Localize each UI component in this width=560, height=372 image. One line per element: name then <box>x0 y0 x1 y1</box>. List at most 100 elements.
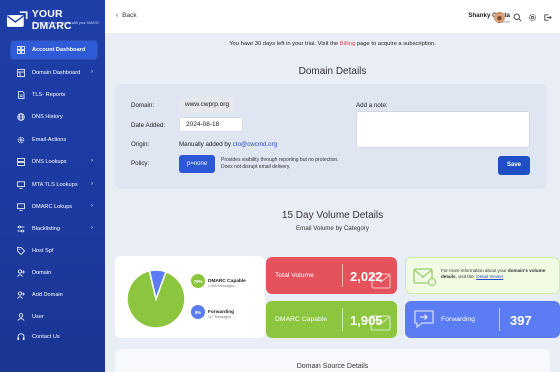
sidebar: YOUR DMARC Boost Your Email Health with … <box>0 0 105 372</box>
legend-dmarc-capable: 79% DMARC Capable 1,905 Messages <box>191 274 246 288</box>
detail-viewer-link[interactable]: Detail Viewer <box>476 274 503 279</box>
legend-forwarding: 8% Forwarding 117 Messages <box>191 305 234 319</box>
volume-info-card: For more information about your domain's… <box>405 257 560 294</box>
volume-info-text: For more information about your domain's… <box>441 268 557 280</box>
chevron-right-icon: › <box>91 225 93 231</box>
sidebar-item-mta-tls-lookups[interactable]: MTA TLS Lookups › <box>11 176 97 194</box>
sidebar-item-dmarc-lokups[interactable]: DMARC Lokups › <box>11 198 97 216</box>
tag-icon <box>17 247 25 255</box>
info-prefix: For more information about your <box>441 268 508 273</box>
sidebar-item-user[interactable]: User <box>11 308 97 326</box>
chevron-right-icon: › <box>91 69 93 75</box>
sidebar-item-label: DNS Lookups <box>32 159 67 165</box>
forwarding-legend-label: Forwarding <box>208 309 235 315</box>
top-header: ‹ Back Shanky Gupta Admin <box>105 0 560 33</box>
domain-details-title: Domain Details <box>298 66 367 77</box>
sidebar-item-domain[interactable]: Domain <box>11 264 97 282</box>
note-textarea[interactable] <box>356 111 530 148</box>
back-label: Back <box>122 12 137 19</box>
volume-pie-card: 79% DMARC Capable 1,905 Messages 8% Forw… <box>115 256 265 338</box>
card-divider <box>342 264 343 287</box>
user-add-icon <box>17 291 25 299</box>
dmarc-capable-legend-sub: 1,905 Messages <box>208 284 235 288</box>
chevron-right-icon: › <box>91 158 93 164</box>
card-divider <box>499 308 500 331</box>
forwarding-value: 397 <box>510 313 532 328</box>
forward-decor-icon <box>414 310 434 329</box>
dmarc-capable-pct-badge: 79% <box>191 274 205 288</box>
grid-icon <box>17 46 25 54</box>
billing-link[interactable]: Billing <box>340 41 355 47</box>
brand-name: YOUR DMARC <box>31 8 72 32</box>
dmarc-capable-legend-label: DMARC Capable <box>208 278 246 284</box>
sidebar-item-contact-us[interactable]: Contact Us <box>11 328 97 346</box>
origin-prefix: Manually added by <box>179 141 233 148</box>
sidebar-item-label: Contact Us <box>32 334 60 340</box>
brand-logo[interactable]: YOUR DMARC <box>6 8 105 32</box>
card-divider <box>342 308 343 331</box>
total-volume-card[interactable]: Total Volume 2,022 <box>266 257 397 294</box>
sidebar-item-label: MTA TLS Lookups <box>32 182 78 188</box>
monitor-icon <box>17 203 25 211</box>
policy-button[interactable]: p=none <box>179 155 216 173</box>
sidebar-item-label: DMARC Lokups <box>32 204 73 210</box>
sidebar-item-label: Domain <box>32 270 52 276</box>
headset-icon <box>17 333 25 341</box>
origin-label: Origin: <box>131 141 150 148</box>
total-volume-label: Total Volume <box>275 272 314 279</box>
sidebar-item-domain-dashboard[interactable]: Domain Dashboard › <box>11 64 97 82</box>
sidebar-item-dns-lookups[interactable]: DNS Lookups › <box>11 153 97 171</box>
sidebar-item-label: Host Spf <box>32 248 54 254</box>
domain-source-title: Domain Source Details <box>296 363 369 370</box>
envelope-logo-icon <box>6 11 28 27</box>
date-added-field[interactable]: 2024-08-18 <box>179 117 243 132</box>
sidebar-item-label: Blacklisting <box>32 226 60 232</box>
back-button[interactable]: ‹ Back <box>116 12 137 19</box>
trial-banner: You have 30 days left in your trial. Vis… <box>105 36 560 52</box>
gear-icon[interactable] <box>528 13 537 22</box>
sidebar-item-label: Domain Dashboard <box>32 70 81 76</box>
trial-text-prefix: You have 30 days left in your trial. Vis… <box>229 41 340 47</box>
sidebar-item-host-spf[interactable]: Host Spf <box>11 242 97 260</box>
forwarding-legend-sub: 117 Messages <box>208 315 232 319</box>
domain-value: www.cwprp.org <box>179 97 236 112</box>
sidebar-item-account-dashboard[interactable]: Account Dashboard <box>11 41 97 59</box>
mail-decor-icon <box>371 273 391 289</box>
mail-check-decor-icon <box>370 315 391 331</box>
add-note-label: Add a note: <box>356 102 388 109</box>
sliders-icon <box>17 225 25 233</box>
volume-pie-chart <box>126 269 186 329</box>
volume-subtitle: Email Volume by Category <box>296 225 369 232</box>
sidebar-item-email-actions[interactable]: Email-Actions <box>11 131 97 149</box>
chevron-left-icon: ‹ <box>116 12 119 19</box>
save-button[interactable]: Save <box>498 156 530 175</box>
user-add-icon <box>17 269 25 277</box>
globe-icon <box>17 113 25 121</box>
chevron-right-icon: › <box>91 181 93 187</box>
sidebar-item-add-domain[interactable]: Add Domain <box>11 286 97 304</box>
sidebar-item-label: Account Dashboard <box>32 47 86 53</box>
dmarc-capable-card[interactable]: DMARC Capable 1,905 <box>266 301 397 338</box>
search-icon[interactable] <box>513 13 522 22</box>
forwarding-card[interactable]: Forwarding 397 <box>405 301 560 338</box>
date-added-label: Date Added: <box>131 122 166 129</box>
mail-info-icon <box>413 268 437 287</box>
monitor-icon <box>17 181 25 189</box>
origin-email[interactable]: cto@cwcmd.org <box>233 141 277 148</box>
domain-source-card: Domain Source Details <box>115 349 550 372</box>
origin-value: Manually added by cto@cwcmd.org <box>179 141 277 148</box>
forwarding-pct-badge: 8% <box>191 305 205 319</box>
logout-icon[interactable] <box>543 13 552 22</box>
sidebar-item-dns-history[interactable]: DNS History <box>11 108 97 126</box>
sidebar-item-label: Add Domain <box>32 292 63 298</box>
sidebar-item-label: DNS History <box>32 114 63 120</box>
policy-label: Policy: <box>131 160 150 167</box>
sidebar-item-tls-reports[interactable]: TLS- Reports <box>11 86 97 104</box>
sidebar-item-blacklisting[interactable]: Blacklisting › <box>11 220 97 238</box>
brand-tagline: Boost Your Email Health with your DMARC <box>33 21 100 25</box>
file-icon <box>17 91 25 99</box>
main-content: Domain Details Domain: www.cwprp.org Dat… <box>105 54 560 372</box>
layout-icon <box>17 69 25 77</box>
avatar[interactable] <box>494 12 505 23</box>
user-icon <box>17 313 25 321</box>
